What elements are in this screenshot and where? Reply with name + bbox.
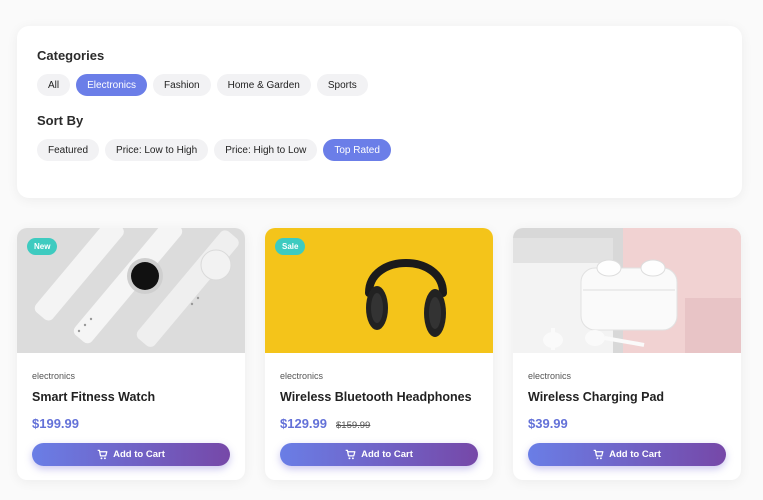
product-name[interactable]: Wireless Charging Pad [528,390,726,404]
cart-icon [345,449,356,460]
product-category: electronics [32,371,76,381]
charging-pad-image [513,228,741,353]
add-to-cart-label: Add to Cart [113,449,165,460]
product-card: electronics Wireless Charging Pad $39.99… [513,228,741,480]
product-category: electronics [528,371,572,381]
categories-title: Categories [37,48,105,63]
sale-badge: Sale [275,238,306,255]
add-to-cart-label: Add to Cart [609,449,661,460]
sort-chips: Featured Price: Low to High Price: High … [37,139,722,161]
product-image-headphones[interactable]: Sale [265,228,493,353]
product-name[interactable]: Wireless Bluetooth Headphones [280,390,478,404]
sort-chip-top-rated[interactable]: Top Rated [323,139,391,161]
add-to-cart-button[interactable]: Add to Cart [32,443,230,466]
sort-chip-featured[interactable]: Featured [37,139,100,161]
new-badge: New [27,238,58,255]
add-to-cart-label: Add to Cart [361,449,413,460]
product-old-price: $159.99 [336,420,371,431]
product-price: $199.99 [32,416,79,431]
product-grid: New electronics Smart Fitness Watch $199… [17,228,741,480]
product-name[interactable]: Smart Fitness Watch [32,390,230,404]
filter-panel: Categories All Electronics Fashion Home … [17,26,742,198]
category-chip-home-garden[interactable]: Home & Garden [216,74,311,96]
product-image-smartwatch[interactable]: New [17,228,245,353]
add-to-cart-button[interactable]: Add to Cart [280,443,478,466]
add-to-cart-button[interactable]: Add to Cart [528,443,726,466]
category-chip-all[interactable]: All [37,74,71,96]
category-chips: All Electronics Fashion Home & Garden Sp… [37,74,722,96]
product-category: electronics [280,371,324,381]
product-price: $129.99 [280,416,327,431]
sort-title: Sort By [37,113,84,128]
category-chip-sports[interactable]: Sports [316,74,368,96]
sort-chip-price-low-high[interactable]: Price: Low to High [105,139,209,161]
cart-icon [97,449,108,460]
category-chip-electronics[interactable]: Electronics [76,74,148,96]
category-chip-fashion[interactable]: Fashion [153,74,211,96]
product-price: $39.99 [528,416,568,431]
product-card: New electronics Smart Fitness Watch $199… [17,228,245,480]
product-image-charging-pad[interactable] [513,228,741,353]
product-card: Sale electronics Wireless Bluetooth Head… [265,228,493,480]
cart-icon [593,449,604,460]
sort-chip-price-high-low[interactable]: Price: High to Low [214,139,318,161]
